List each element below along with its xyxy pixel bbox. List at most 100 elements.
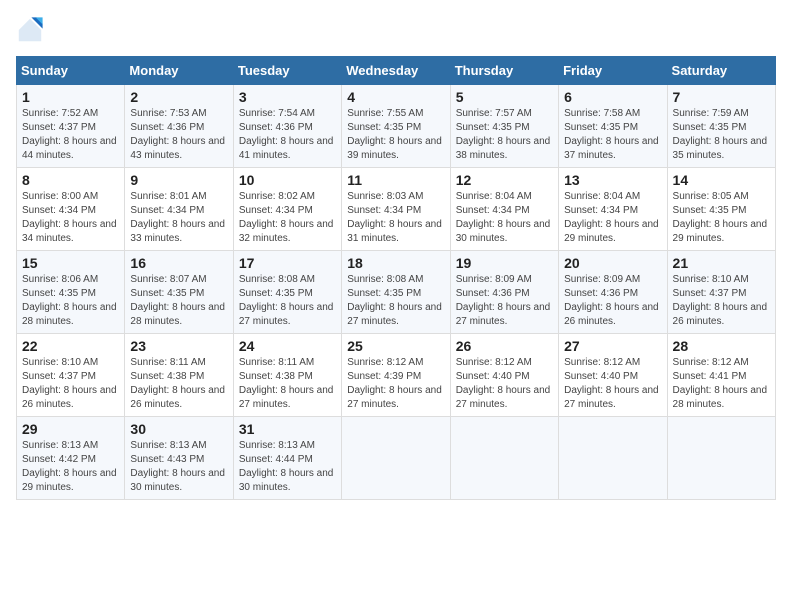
day-detail: Sunrise: 7:54 AM Sunset: 4:36 PM Dayligh… [239, 107, 336, 163]
logo-icon [16, 16, 44, 44]
day-number: 17 [239, 255, 336, 271]
calendar-week-row: 1 Sunrise: 7:52 AM Sunset: 4:37 PM Dayli… [17, 85, 776, 168]
day-detail: Sunrise: 8:12 AM Sunset: 4:41 PM Dayligh… [673, 356, 770, 412]
day-number: 30 [130, 421, 227, 437]
calendar-header-row: SundayMondayTuesdayWednesdayThursdayFrid… [17, 57, 776, 85]
calendar-cell: 1 Sunrise: 7:52 AM Sunset: 4:37 PM Dayli… [17, 85, 125, 168]
day-detail: Sunrise: 8:12 AM Sunset: 4:40 PM Dayligh… [564, 356, 661, 412]
calendar-cell: 16 Sunrise: 8:07 AM Sunset: 4:35 PM Dayl… [125, 251, 233, 334]
day-number: 22 [22, 338, 119, 354]
day-number: 13 [564, 172, 661, 188]
calendar-cell: 21 Sunrise: 8:10 AM Sunset: 4:37 PM Dayl… [667, 251, 775, 334]
day-number: 6 [564, 89, 661, 105]
day-detail: Sunrise: 8:08 AM Sunset: 4:35 PM Dayligh… [347, 273, 444, 329]
day-detail: Sunrise: 8:10 AM Sunset: 4:37 PM Dayligh… [22, 356, 119, 412]
day-detail: Sunrise: 8:12 AM Sunset: 4:40 PM Dayligh… [456, 356, 553, 412]
calendar-week-row: 8 Sunrise: 8:00 AM Sunset: 4:34 PM Dayli… [17, 168, 776, 251]
calendar-cell: 26 Sunrise: 8:12 AM Sunset: 4:40 PM Dayl… [450, 334, 558, 417]
day-number: 21 [673, 255, 770, 271]
day-detail: Sunrise: 8:13 AM Sunset: 4:44 PM Dayligh… [239, 439, 336, 495]
day-number: 3 [239, 89, 336, 105]
day-number: 5 [456, 89, 553, 105]
day-detail: Sunrise: 8:11 AM Sunset: 4:38 PM Dayligh… [239, 356, 336, 412]
day-number: 1 [22, 89, 119, 105]
col-header-wednesday: Wednesday [342, 57, 450, 85]
calendar-cell: 23 Sunrise: 8:11 AM Sunset: 4:38 PM Dayl… [125, 334, 233, 417]
logo [16, 16, 48, 44]
calendar-cell: 8 Sunrise: 8:00 AM Sunset: 4:34 PM Dayli… [17, 168, 125, 251]
calendar-cell: 15 Sunrise: 8:06 AM Sunset: 4:35 PM Dayl… [17, 251, 125, 334]
calendar-cell: 11 Sunrise: 8:03 AM Sunset: 4:34 PM Dayl… [342, 168, 450, 251]
day-number: 26 [456, 338, 553, 354]
calendar-cell [559, 417, 667, 500]
day-number: 7 [673, 89, 770, 105]
col-header-tuesday: Tuesday [233, 57, 341, 85]
col-header-friday: Friday [559, 57, 667, 85]
calendar-cell: 13 Sunrise: 8:04 AM Sunset: 4:34 PM Dayl… [559, 168, 667, 251]
day-detail: Sunrise: 7:52 AM Sunset: 4:37 PM Dayligh… [22, 107, 119, 163]
calendar-cell [450, 417, 558, 500]
day-number: 16 [130, 255, 227, 271]
calendar-cell: 27 Sunrise: 8:12 AM Sunset: 4:40 PM Dayl… [559, 334, 667, 417]
calendar-cell: 19 Sunrise: 8:09 AM Sunset: 4:36 PM Dayl… [450, 251, 558, 334]
calendar-cell: 6 Sunrise: 7:58 AM Sunset: 4:35 PM Dayli… [559, 85, 667, 168]
day-number: 28 [673, 338, 770, 354]
day-number: 27 [564, 338, 661, 354]
page-header [16, 16, 776, 44]
day-number: 4 [347, 89, 444, 105]
day-number: 23 [130, 338, 227, 354]
day-detail: Sunrise: 8:00 AM Sunset: 4:34 PM Dayligh… [22, 190, 119, 246]
day-detail: Sunrise: 8:10 AM Sunset: 4:37 PM Dayligh… [673, 273, 770, 329]
calendar-cell: 24 Sunrise: 8:11 AM Sunset: 4:38 PM Dayl… [233, 334, 341, 417]
calendar-cell: 9 Sunrise: 8:01 AM Sunset: 4:34 PM Dayli… [125, 168, 233, 251]
day-number: 2 [130, 89, 227, 105]
day-number: 24 [239, 338, 336, 354]
day-detail: Sunrise: 8:13 AM Sunset: 4:43 PM Dayligh… [130, 439, 227, 495]
calendar-cell: 17 Sunrise: 8:08 AM Sunset: 4:35 PM Dayl… [233, 251, 341, 334]
calendar-cell: 31 Sunrise: 8:13 AM Sunset: 4:44 PM Dayl… [233, 417, 341, 500]
day-number: 29 [22, 421, 119, 437]
day-number: 19 [456, 255, 553, 271]
day-detail: Sunrise: 8:09 AM Sunset: 4:36 PM Dayligh… [564, 273, 661, 329]
col-header-saturday: Saturday [667, 57, 775, 85]
day-detail: Sunrise: 8:08 AM Sunset: 4:35 PM Dayligh… [239, 273, 336, 329]
day-detail: Sunrise: 7:59 AM Sunset: 4:35 PM Dayligh… [673, 107, 770, 163]
calendar-cell: 29 Sunrise: 8:13 AM Sunset: 4:42 PM Dayl… [17, 417, 125, 500]
calendar-cell: 3 Sunrise: 7:54 AM Sunset: 4:36 PM Dayli… [233, 85, 341, 168]
day-number: 10 [239, 172, 336, 188]
calendar-cell [342, 417, 450, 500]
calendar-table: SundayMondayTuesdayWednesdayThursdayFrid… [16, 56, 776, 500]
day-detail: Sunrise: 8:13 AM Sunset: 4:42 PM Dayligh… [22, 439, 119, 495]
day-number: 14 [673, 172, 770, 188]
calendar-week-row: 15 Sunrise: 8:06 AM Sunset: 4:35 PM Dayl… [17, 251, 776, 334]
day-detail: Sunrise: 7:58 AM Sunset: 4:35 PM Dayligh… [564, 107, 661, 163]
calendar-cell: 28 Sunrise: 8:12 AM Sunset: 4:41 PM Dayl… [667, 334, 775, 417]
day-number: 12 [456, 172, 553, 188]
calendar-cell [667, 417, 775, 500]
day-detail: Sunrise: 8:02 AM Sunset: 4:34 PM Dayligh… [239, 190, 336, 246]
calendar-cell: 20 Sunrise: 8:09 AM Sunset: 4:36 PM Dayl… [559, 251, 667, 334]
calendar-cell: 14 Sunrise: 8:05 AM Sunset: 4:35 PM Dayl… [667, 168, 775, 251]
calendar-week-row: 29 Sunrise: 8:13 AM Sunset: 4:42 PM Dayl… [17, 417, 776, 500]
day-number: 18 [347, 255, 444, 271]
day-detail: Sunrise: 8:01 AM Sunset: 4:34 PM Dayligh… [130, 190, 227, 246]
calendar-cell: 7 Sunrise: 7:59 AM Sunset: 4:35 PM Dayli… [667, 85, 775, 168]
calendar-cell: 2 Sunrise: 7:53 AM Sunset: 4:36 PM Dayli… [125, 85, 233, 168]
day-detail: Sunrise: 8:12 AM Sunset: 4:39 PM Dayligh… [347, 356, 444, 412]
day-detail: Sunrise: 8:04 AM Sunset: 4:34 PM Dayligh… [564, 190, 661, 246]
day-detail: Sunrise: 7:55 AM Sunset: 4:35 PM Dayligh… [347, 107, 444, 163]
calendar-cell: 25 Sunrise: 8:12 AM Sunset: 4:39 PM Dayl… [342, 334, 450, 417]
day-number: 8 [22, 172, 119, 188]
calendar-cell: 10 Sunrise: 8:02 AM Sunset: 4:34 PM Dayl… [233, 168, 341, 251]
day-number: 11 [347, 172, 444, 188]
col-header-thursday: Thursday [450, 57, 558, 85]
calendar-cell: 5 Sunrise: 7:57 AM Sunset: 4:35 PM Dayli… [450, 85, 558, 168]
day-number: 31 [239, 421, 336, 437]
day-detail: Sunrise: 8:06 AM Sunset: 4:35 PM Dayligh… [22, 273, 119, 329]
calendar-cell: 22 Sunrise: 8:10 AM Sunset: 4:37 PM Dayl… [17, 334, 125, 417]
day-number: 9 [130, 172, 227, 188]
day-detail: Sunrise: 8:07 AM Sunset: 4:35 PM Dayligh… [130, 273, 227, 329]
col-header-monday: Monday [125, 57, 233, 85]
day-detail: Sunrise: 8:04 AM Sunset: 4:34 PM Dayligh… [456, 190, 553, 246]
calendar-week-row: 22 Sunrise: 8:10 AM Sunset: 4:37 PM Dayl… [17, 334, 776, 417]
